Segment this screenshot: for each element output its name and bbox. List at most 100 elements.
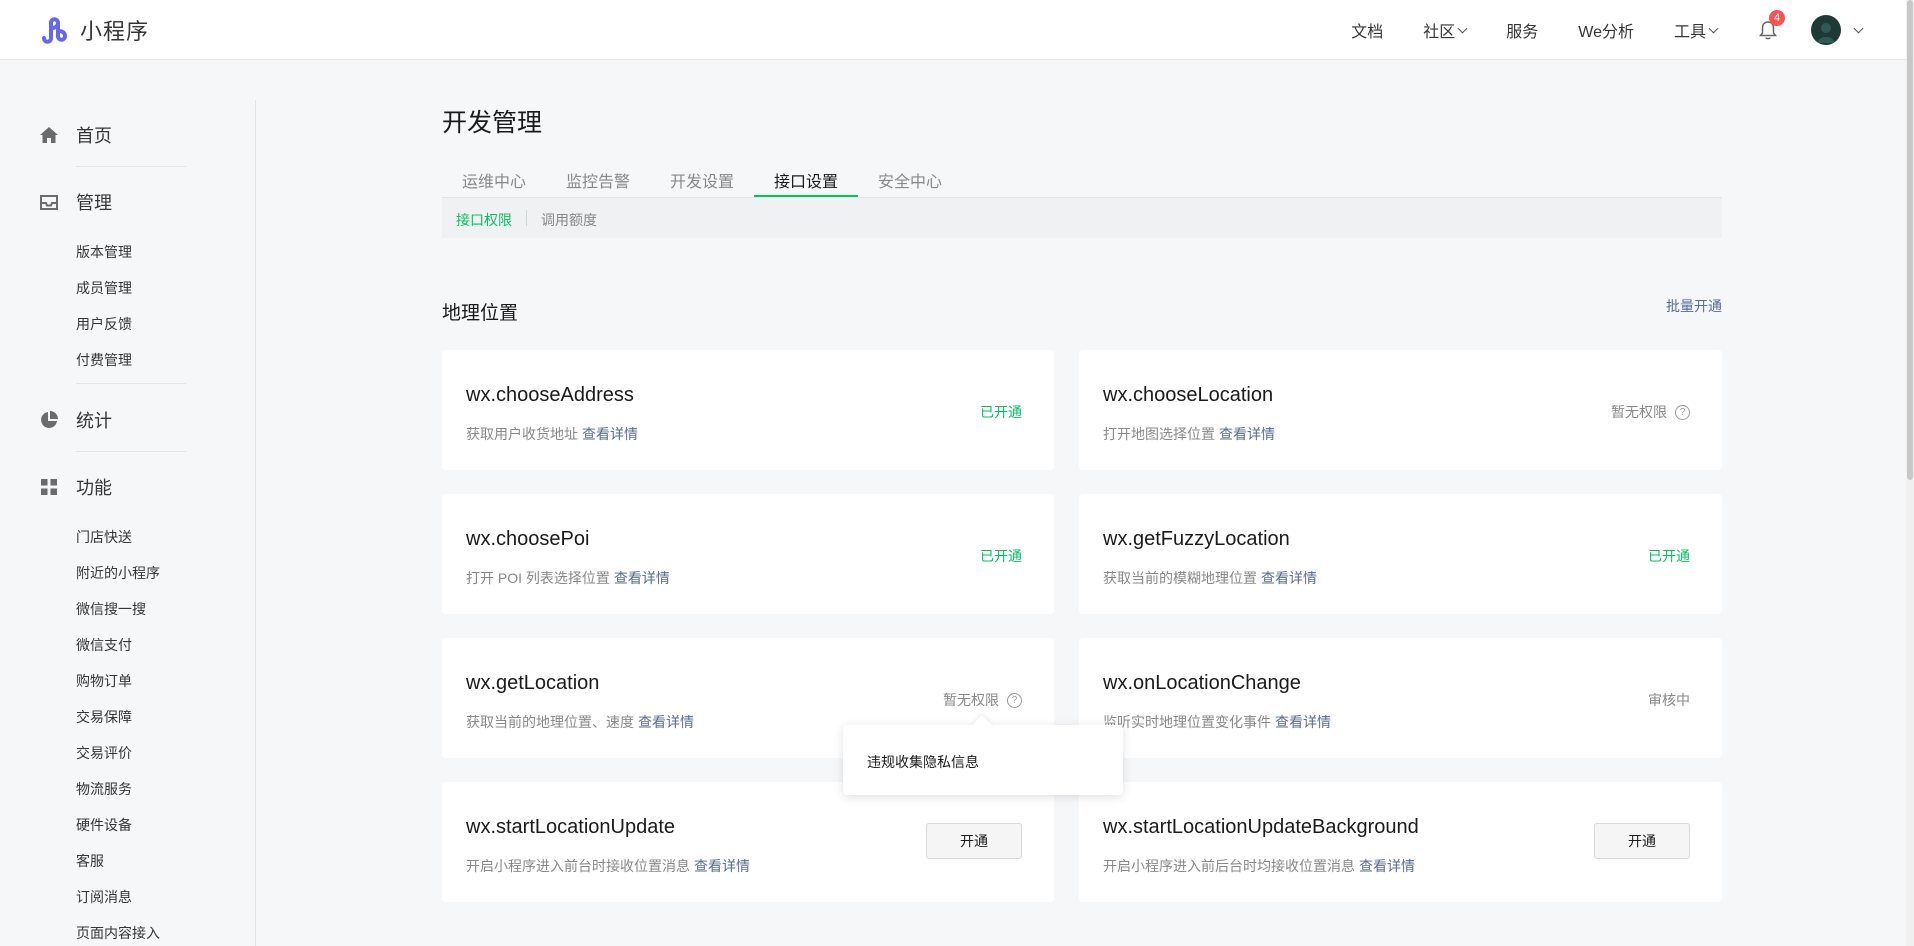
view-details-link[interactable]: 查看详情 — [582, 426, 638, 442]
help-question-icon[interactable]: ? — [1675, 404, 1690, 420]
help-question-icon[interactable]: ? — [1007, 692, 1022, 708]
home-icon — [40, 127, 58, 143]
divider — [76, 451, 186, 452]
sidebar-item-stats[interactable]: 统计 — [38, 407, 112, 433]
sidebar-item-store-delivery[interactable]: 门店快送 — [76, 527, 132, 547]
logo[interactable]: 小程序 — [38, 14, 149, 46]
sidebar-item-home[interactable]: 首页 — [38, 122, 112, 148]
notification-badge: 4 — [1769, 10, 1785, 26]
nav-community-label: 社区 — [1423, 24, 1456, 41]
sidebar-item-wechat-pay[interactable]: 微信支付 — [76, 635, 132, 655]
api-name: wx.startLocationUpdateBackground — [1103, 816, 1419, 838]
grid-icon — [41, 479, 57, 495]
sidebar-label-home: 首页 — [76, 126, 112, 146]
api-name: wx.choosePoi — [466, 528, 590, 550]
view-details-link[interactable]: 查看详情 — [1261, 570, 1317, 586]
api-card-get-fuzzy-location: wx.getFuzzyLocation 获取当前的模糊地理位置 查看详情 已开通 — [1079, 494, 1722, 614]
page-title: 开发管理 — [442, 109, 543, 137]
api-name: wx.chooseLocation — [1103, 384, 1274, 406]
view-details-link[interactable]: 查看详情 — [614, 570, 670, 586]
nav-docs[interactable]: 文档 — [1351, 18, 1383, 42]
nav-services-label: 服务 — [1506, 24, 1539, 41]
sidebar-item-logistics[interactable]: 物流服务 — [76, 779, 132, 799]
top-bar: 小程序 文档 社区 服务 We分析 工具 4 — [0, 0, 1914, 60]
status-text: 暂无权限 — [1611, 404, 1667, 420]
api-description: 开启小程序进入前台时接收位置消息 查看详情 — [466, 856, 750, 876]
api-card-on-location-change: wx.onLocationChange 监听实时地理位置变化事件 查看详情 审核中 — [1079, 638, 1722, 758]
sidebar-item-feedback[interactable]: 用户反馈 — [76, 314, 132, 334]
api-description-text: 打开地图选择位置 — [1103, 426, 1215, 442]
status-badge: 暂无权限? — [943, 690, 1022, 710]
notification-button[interactable]: 4 — [1757, 10, 1785, 41]
tab-monitoring[interactable]: 监控告警 — [566, 168, 630, 192]
nav-tools-label: 工具 — [1673, 24, 1706, 41]
sidebar-item-payment[interactable]: 付费管理 — [76, 350, 132, 370]
open-button[interactable]: 开通 — [1594, 823, 1690, 859]
status-text: 暂无权限 — [943, 692, 999, 708]
sidebar-item-customer-service[interactable]: 客服 — [76, 851, 104, 871]
sidebar-item-manage[interactable]: 管理 — [38, 189, 112, 215]
divider — [76, 166, 186, 167]
sidebar-item-version[interactable]: 版本管理 — [76, 242, 132, 262]
nav-community[interactable]: 社区 — [1423, 18, 1468, 42]
sidebar-item-orders[interactable]: 购物订单 — [76, 671, 132, 691]
api-description-text: 获取当前的地理位置、速度 — [466, 714, 634, 730]
sidebar-item-nearby[interactable]: 附近的小程序 — [76, 563, 160, 583]
api-description-text: 开启小程序进入前后台时均接收位置消息 — [1103, 858, 1355, 874]
nav-we-analytics[interactable]: We分析 — [1578, 18, 1634, 42]
nav-tools[interactable]: 工具 — [1673, 18, 1719, 42]
tab-ops-center[interactable]: 运维中心 — [462, 168, 526, 192]
api-name: wx.chooseAddress — [466, 384, 634, 406]
api-name: wx.getFuzzyLocation — [1103, 528, 1290, 550]
status-badge: 已开通 — [1648, 548, 1690, 564]
api-card-start-location-update-background: wx.startLocationUpdateBackground 开启小程序进入… — [1079, 782, 1722, 902]
tooltip-text: 违规收集隐私信息 — [867, 754, 979, 770]
sidebar-item-members[interactable]: 成员管理 — [76, 278, 132, 298]
app-name: 小程序 — [80, 19, 150, 44]
page-scrollbar[interactable] — [1906, 0, 1914, 946]
status-badge: 暂无权限? — [1611, 402, 1690, 422]
api-description: 获取用户收货地址 查看详情 — [466, 424, 638, 444]
view-details-link[interactable]: 查看详情 — [694, 858, 750, 874]
tab-bar: 运维中心 监控告警 开发设置 接口设置 安全中心 — [442, 160, 1722, 198]
open-button[interactable]: 开通 — [926, 823, 1022, 859]
sidebar-item-search[interactable]: 微信搜一搜 — [76, 599, 146, 619]
sidebar: 首页 管理 版本管理 成员管理 用户反馈 付费管理 统计 功能 门店快送 附近的… — [0, 100, 256, 946]
account-chevron-down-icon[interactable] — [1853, 23, 1864, 33]
avatar-image — [1817, 23, 1835, 43]
tab-api-settings[interactable]: 接口设置 — [774, 168, 838, 192]
divider — [76, 383, 186, 384]
sidebar-item-guarantee[interactable]: 交易保障 — [76, 707, 132, 727]
sidebar-item-reviews[interactable]: 交易评价 — [76, 743, 132, 763]
api-description-text: 打开 POI 列表选择位置 — [466, 570, 610, 586]
api-description: 获取当前的模糊地理位置 查看详情 — [1103, 568, 1317, 588]
sidebar-item-features[interactable]: 功能 — [38, 474, 112, 500]
view-details-link[interactable]: 查看详情 — [638, 714, 694, 730]
section-title: 地理位置 — [442, 303, 519, 324]
sidebar-item-hardware[interactable]: 硬件设备 — [76, 815, 132, 835]
sidebar-label-stats: 统计 — [76, 411, 112, 431]
inbox-icon — [40, 195, 58, 210]
avatar[interactable] — [1811, 15, 1841, 45]
permission-tooltip: 违规收集隐私信息 — [843, 715, 1123, 795]
status-badge: 已开通 — [980, 404, 1022, 420]
scrollbar-thumb[interactable] — [1907, 0, 1913, 480]
api-description-text: 开启小程序进入前台时接收位置消息 — [466, 858, 690, 874]
sidebar-item-subscribe-msg[interactable]: 订阅消息 — [76, 887, 132, 907]
subtab-call-quota[interactable]: 调用额度 — [541, 210, 597, 230]
view-details-link[interactable]: 查看详情 — [1219, 426, 1275, 442]
api-description: 监听实时地理位置变化事件 查看详情 — [1103, 712, 1331, 732]
api-card-choose-poi: wx.choosePoi 打开 POI 列表选择位置 查看详情 已开通 — [442, 494, 1054, 614]
mini-program-logo-icon — [42, 17, 68, 44]
sidebar-label-features: 功能 — [76, 478, 112, 498]
view-details-link[interactable]: 查看详情 — [1359, 858, 1415, 874]
tab-dev-settings[interactable]: 开发设置 — [670, 168, 734, 192]
view-details-link[interactable]: 查看详情 — [1275, 714, 1331, 730]
sub-tab-bar: 接口权限 调用额度 — [442, 198, 1722, 238]
nav-services[interactable]: 服务 — [1506, 18, 1538, 42]
tab-security-center[interactable]: 安全中心 — [878, 168, 942, 192]
sidebar-item-page-content[interactable]: 页面内容接入 — [76, 923, 160, 943]
subtab-api-permissions[interactable]: 接口权限 — [456, 210, 512, 230]
batch-open-link[interactable]: 批量开通 — [1666, 296, 1722, 316]
top-nav: 文档 社区 服务 We分析 工具 4 — [1351, 0, 1914, 60]
